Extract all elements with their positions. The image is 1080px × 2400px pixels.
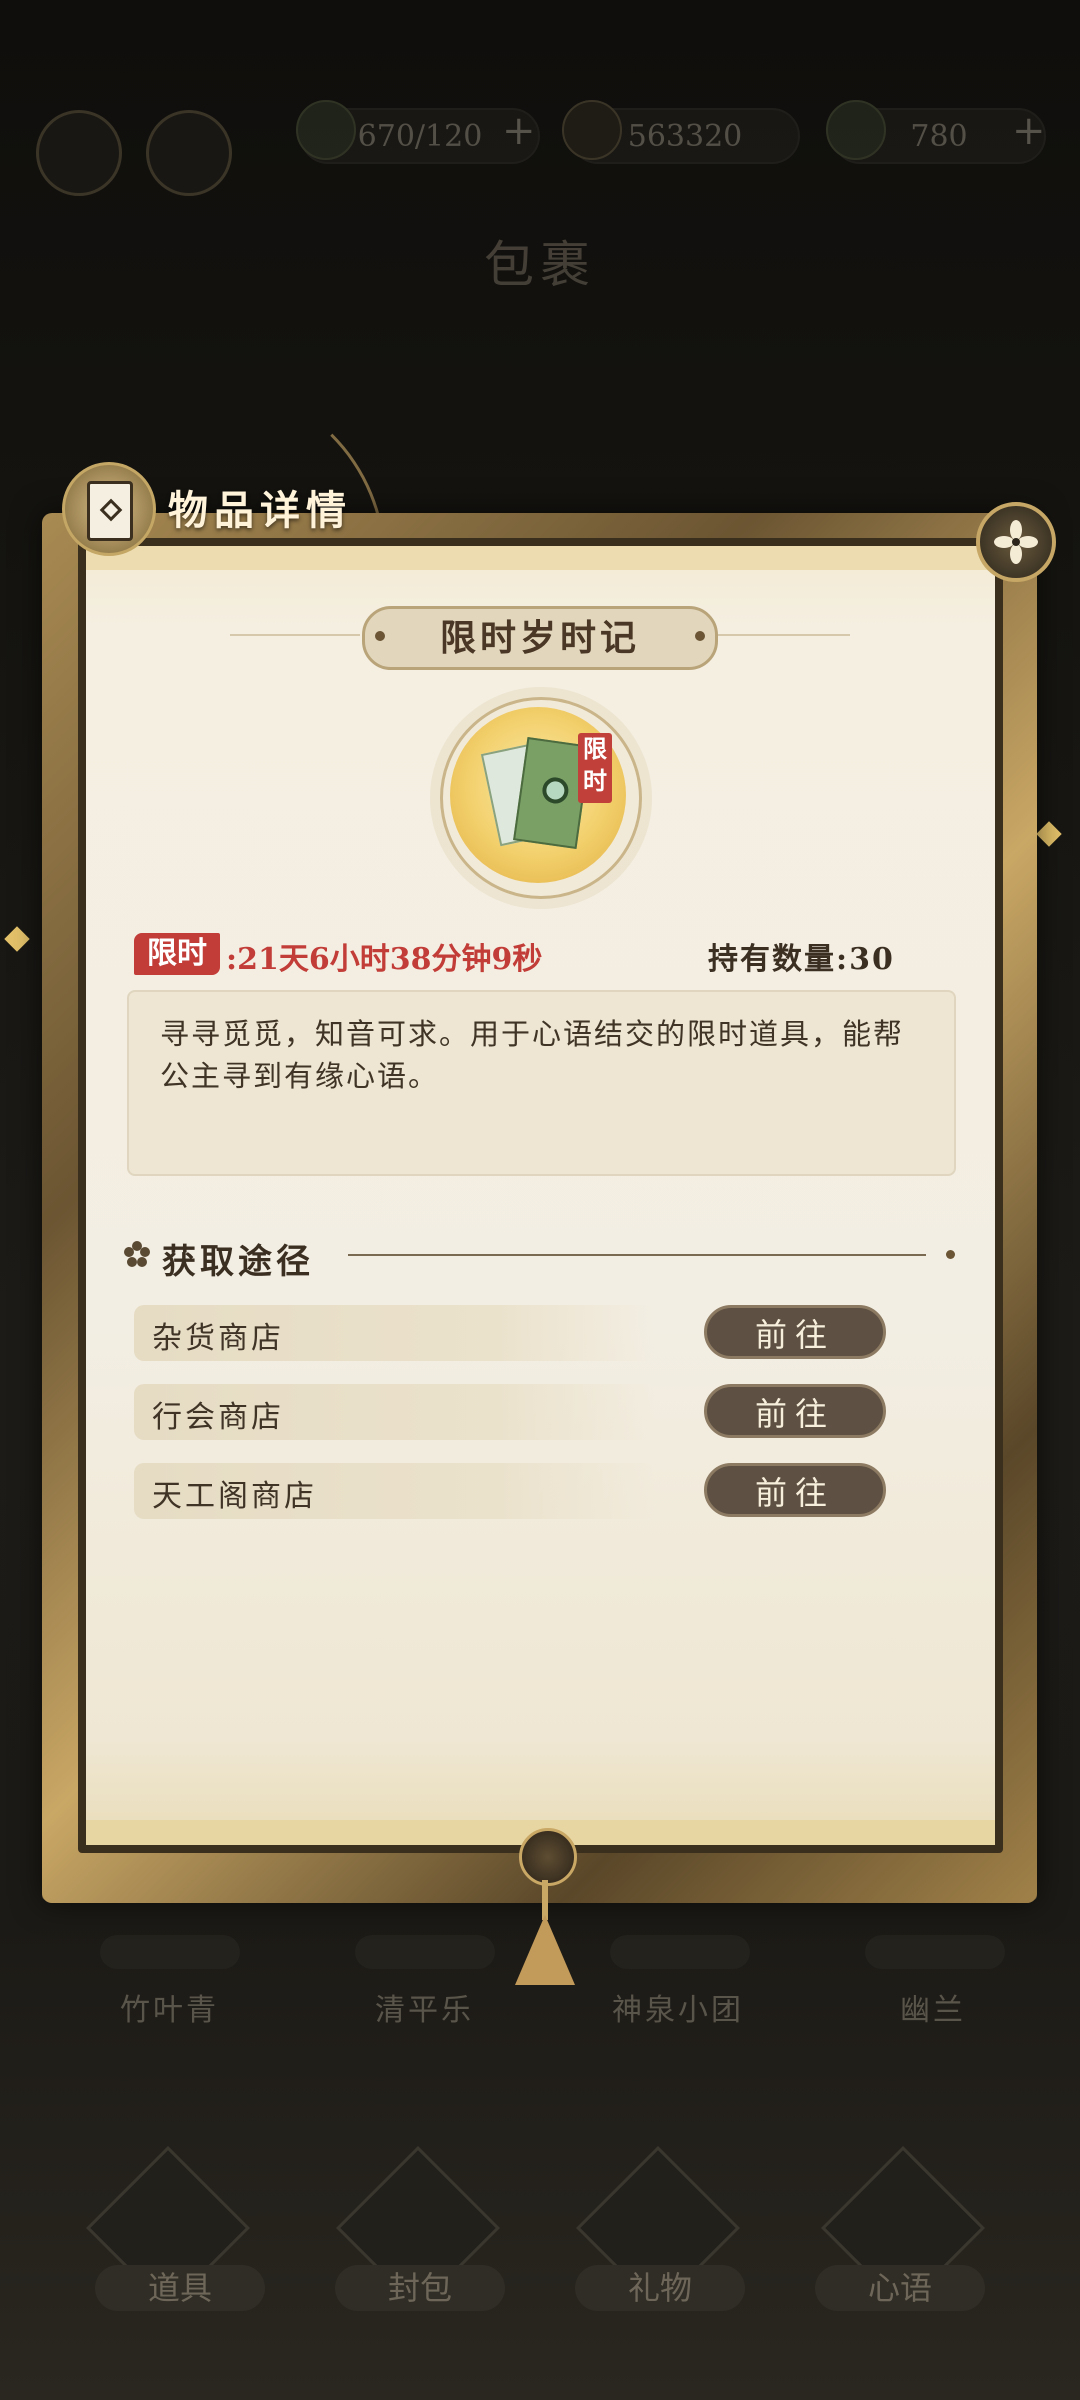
resource-bar: 670/120 + 563320 780 + xyxy=(0,90,1080,240)
tassel-cord xyxy=(542,1880,548,1920)
page-title: 包裹 xyxy=(484,236,596,294)
tab-packs[interactable]: 封包 xyxy=(335,2265,505,2311)
tab-gifts[interactable]: 礼物 xyxy=(575,2265,745,2311)
item-count-pill xyxy=(355,1935,495,1969)
countdown-timer: :21天6小时38分钟9秒 xyxy=(226,942,543,977)
divider xyxy=(714,634,850,636)
dot xyxy=(695,631,705,641)
limited-badge: 限时 xyxy=(134,933,220,975)
limited-tag: 限时 xyxy=(578,733,612,803)
coin-icon xyxy=(562,100,622,160)
go-button-tiangongge-store[interactable]: 前往 xyxy=(704,1463,886,1517)
add-gem-button[interactable]: + xyxy=(1012,108,1046,154)
tab-items[interactable]: 道具 xyxy=(95,2265,265,2311)
close-button[interactable] xyxy=(976,502,1056,582)
source-row: 行会商店 xyxy=(134,1384,654,1440)
gem-icon xyxy=(826,100,886,160)
divider xyxy=(230,634,360,636)
source-name: 杂货商店 xyxy=(152,1321,284,1356)
source-name: 天工阁商店 xyxy=(152,1479,317,1514)
bg-item-label[interactable]: 幽兰 xyxy=(900,1985,966,2029)
tab-hearts[interactable]: 心语 xyxy=(815,2265,985,2311)
item-card-icon xyxy=(62,462,156,556)
divider xyxy=(348,1254,926,1256)
tassel-icon xyxy=(515,1915,575,1985)
item-count-pill xyxy=(610,1935,750,1969)
leaf-bowl-icon[interactable] xyxy=(36,110,122,196)
leaf-icon xyxy=(296,100,356,160)
sources-title: 获取途径 xyxy=(162,1242,314,1282)
sparkle-icon xyxy=(4,926,30,952)
item-name-plate: 限时岁时记 xyxy=(362,606,718,670)
bg-item-label[interactable]: 神泉小团 xyxy=(612,1985,744,2029)
source-name: 行会商店 xyxy=(152,1400,284,1435)
item-name: 限时岁时记 xyxy=(439,617,640,659)
dot xyxy=(946,1250,955,1259)
paper-top-band xyxy=(86,546,995,570)
close-flower-icon xyxy=(994,520,1038,564)
item-count-pill xyxy=(100,1935,240,1969)
pavilion-icon[interactable] xyxy=(146,110,232,196)
panel-title: 物品详情 xyxy=(168,487,352,534)
item-description: 寻寻觅觅，知音可求。用于心语结交的限时道具，能帮公主寻到有缘心语。 xyxy=(160,1017,905,1093)
source-row: 天工阁商店 xyxy=(134,1463,654,1519)
hold-count: 持有数量:30 xyxy=(708,942,895,977)
add-stamina-button[interactable]: + xyxy=(502,108,536,154)
gem-value: 780 xyxy=(910,118,968,154)
sparkle-icon xyxy=(1036,821,1062,847)
tassel-knot-icon xyxy=(519,1828,577,1886)
dot xyxy=(375,631,385,641)
stamina-value: 670/120 xyxy=(357,118,483,154)
bg-item-label[interactable]: 竹叶青 xyxy=(120,1985,219,2029)
item-count-pill xyxy=(865,1935,1005,1969)
bg-item-label[interactable]: 清平乐 xyxy=(375,1985,474,2029)
coin-value: 563320 xyxy=(627,118,743,154)
source-row: 杂货商店 xyxy=(134,1305,654,1361)
flower-icon xyxy=(124,1241,150,1267)
go-button-guild-store[interactable]: 前往 xyxy=(704,1384,886,1438)
go-button-general-store[interactable]: 前往 xyxy=(704,1305,886,1359)
